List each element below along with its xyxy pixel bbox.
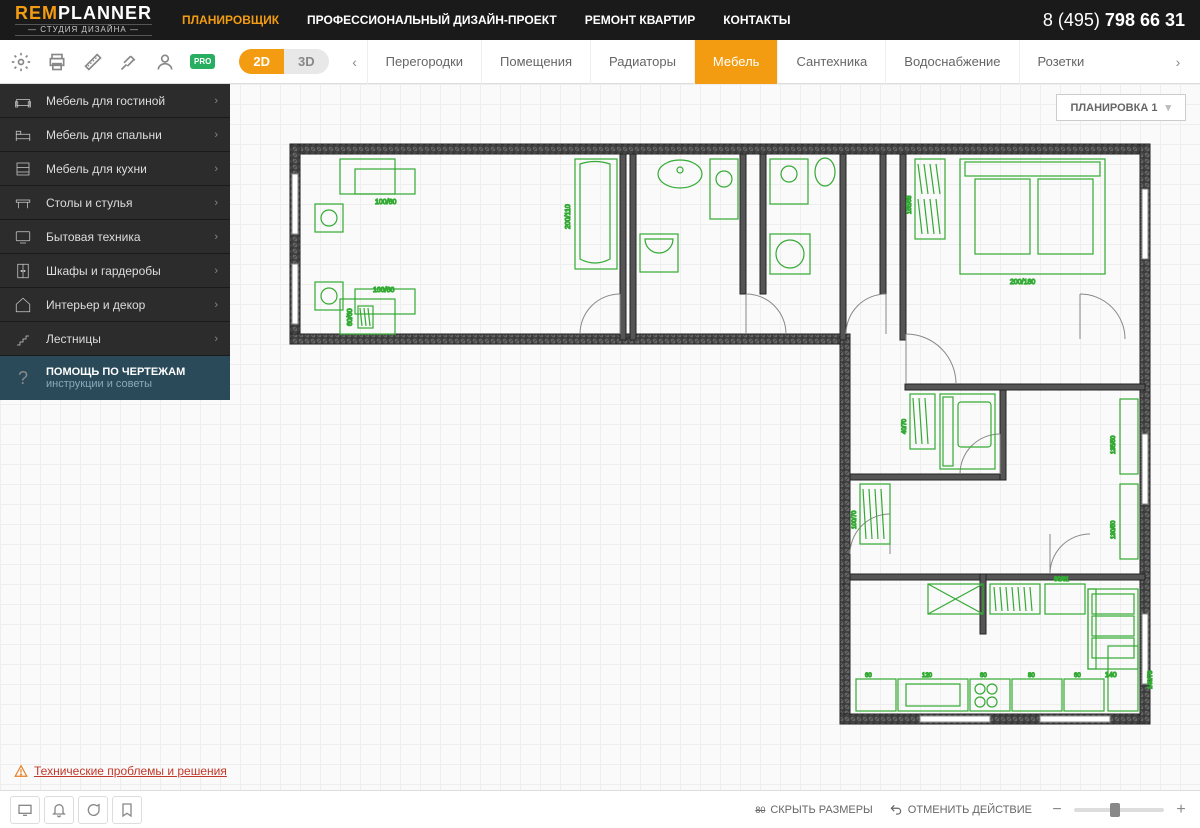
chevron-down-icon: ▾ <box>1165 101 1171 114</box>
chevron-right-icon: › <box>214 129 218 141</box>
chevron-right-icon: › <box>214 231 218 243</box>
sidebar-item-wardrobes[interactable]: Шкафы и гардеробы › <box>0 254 230 288</box>
screen-icon[interactable] <box>10 796 40 824</box>
view-3d-button[interactable]: 3D <box>284 49 329 74</box>
bottom-bar: 80 СКРЫТЬ РАЗМЕРЫ ОТМЕНИТЬ ДЕЙСТВИЕ − + <box>0 790 1200 828</box>
svg-text:200/180: 200/180 <box>1010 279 1035 286</box>
print-icon[interactable] <box>46 51 68 73</box>
bottom-icons <box>10 796 142 824</box>
view-toggle: 2D 3D <box>239 49 328 74</box>
sidebar-item-appliances[interactable]: Бытовая техника › <box>0 220 230 254</box>
sidebar-help[interactable]: ? ПОМОЩЬ ПО ЧЕРТЕЖАМ инструкции и советы <box>0 356 230 400</box>
tab-water[interactable]: Водоснабжение <box>885 40 1018 84</box>
hide-sizes-button[interactable]: 80 СКРЫТЬ РАЗМЕРЫ <box>755 804 872 816</box>
nav-contacts[interactable]: КОНТАКТЫ <box>723 13 790 27</box>
zoom-slider[interactable] <box>1074 808 1164 812</box>
svg-text:60/60: 60/60 <box>347 308 354 326</box>
tabs-scroll-right[interactable]: › <box>1166 40 1190 84</box>
tabs-scroll: ‹ Перегородки Помещения Радиаторы Мебель… <box>343 40 1190 84</box>
logo-rem: REM <box>15 3 58 23</box>
bell-icon[interactable] <box>44 796 74 824</box>
tab-sockets[interactable]: Розетки <box>1019 40 1103 84</box>
svg-text:60: 60 <box>865 673 872 679</box>
kitchen-icon <box>12 158 34 180</box>
svg-text:60: 60 <box>1074 673 1081 679</box>
settings-icon[interactable] <box>10 51 32 73</box>
logo[interactable]: REMPLANNER — СТУДИЯ ДИЗАЙНА — <box>15 4 152 36</box>
svg-text:80/61: 80/61 <box>1054 577 1070 583</box>
zoom-out-button[interactable]: − <box>1048 801 1066 819</box>
person-icon[interactable] <box>154 51 176 73</box>
svg-text:40/70: 40/70 <box>902 418 908 434</box>
floorplan[interactable]: 100/80 100/80 60/60 200/110 <box>280 134 1180 759</box>
nav-planner[interactable]: ПЛАНИРОВЩИК <box>182 13 279 27</box>
toolbar: PRO 2D 3D ‹ Перегородки Помещения Радиат… <box>0 40 1200 84</box>
chevron-right-icon: › <box>214 333 218 345</box>
chevron-right-icon: › <box>214 95 218 107</box>
svg-text:120: 120 <box>922 673 933 679</box>
svg-text:60: 60 <box>980 673 987 679</box>
chevron-right-icon: › <box>214 197 218 209</box>
zoom-control: − + <box>1048 801 1190 819</box>
phone-number: 8 (495) 798 66 31 <box>1043 10 1185 31</box>
bottom-right-actions: 80 СКРЫТЬ РАЗМЕРЫ ОТМЕНИТЬ ДЕЙСТВИЕ − + <box>755 801 1190 819</box>
sidebar-item-bedroom[interactable]: Мебель для спальни › <box>0 118 230 152</box>
main-header: REMPLANNER — СТУДИЯ ДИЗАЙНА — ПЛАНИРОВЩИ… <box>0 0 1200 40</box>
tab-rooms[interactable]: Помещения <box>481 40 590 84</box>
chat-icon[interactable] <box>78 796 108 824</box>
sofa-icon <box>12 90 34 112</box>
svg-text:80: 80 <box>1028 673 1035 679</box>
bookmark-icon[interactable] <box>112 796 142 824</box>
tab-furniture[interactable]: Мебель <box>694 40 778 84</box>
stairs-icon <box>12 328 34 350</box>
main-nav: ПЛАНИРОВЩИК ПРОФЕССИОНАЛЬНЫЙ ДИЗАЙН-ПРОЕ… <box>182 13 1043 27</box>
home-icon <box>12 294 34 316</box>
sidebar-item-tables[interactable]: Столы и стулья › <box>0 186 230 220</box>
sidebar-item-decor[interactable]: Интерьер и декор › <box>0 288 230 322</box>
chevron-right-icon: › <box>214 299 218 311</box>
tab-radiators[interactable]: Радиаторы <box>590 40 694 84</box>
svg-text:140: 140 <box>1105 672 1117 679</box>
wardrobe-icon <box>12 260 34 282</box>
svg-text:135/50: 135/50 <box>1111 435 1117 454</box>
zoom-in-button[interactable]: + <box>1172 801 1190 819</box>
tech-issues-link[interactable]: Технические проблемы и решения <box>14 764 227 778</box>
sidebar-item-kitchen[interactable]: Мебель для кухни › <box>0 152 230 186</box>
chevron-right-icon: › <box>214 163 218 175</box>
tab-plumbing[interactable]: Сантехника <box>777 40 885 84</box>
sidebar: Мебель для гостиной › Мебель для спальни… <box>0 84 230 400</box>
svg-text:140/78: 140/78 <box>1148 670 1154 689</box>
sidebar-item-living[interactable]: Мебель для гостиной › <box>0 84 230 118</box>
question-icon: ? <box>12 368 34 389</box>
tab-partitions[interactable]: Перегородки <box>367 40 481 84</box>
svg-text:100/70: 100/70 <box>852 510 858 529</box>
tool-icons-group: PRO <box>10 51 229 73</box>
svg-text:200/110: 200/110 <box>565 204 572 229</box>
logo-subtitle: — СТУДИЯ ДИЗАЙНА — <box>15 24 152 36</box>
nav-design-project[interactable]: ПРОФЕССИОНАЛЬНЫЙ ДИЗАЙН-ПРОЕКТ <box>307 13 557 27</box>
svg-text:100/80: 100/80 <box>373 287 395 294</box>
svg-text:100/80: 100/80 <box>375 199 397 206</box>
table-icon <box>12 192 34 214</box>
bed-icon <box>12 124 34 146</box>
tv-icon <box>12 226 34 248</box>
svg-text:130/50: 130/50 <box>1111 520 1117 539</box>
logo-planner: PLANNER <box>58 3 152 23</box>
layout-selector[interactable]: ПЛАНИРОВКА 1 ▾ <box>1056 94 1186 121</box>
sidebar-item-stairs[interactable]: Лестницы › <box>0 322 230 356</box>
nav-renovation[interactable]: РЕМОНТ КВАРТИР <box>585 13 696 27</box>
tabs: Перегородки Помещения Радиаторы Мебель С… <box>367 40 1166 84</box>
svg-text:165/68: 165/68 <box>907 195 913 214</box>
view-2d-button[interactable]: 2D <box>239 49 284 74</box>
pro-badge[interactable]: PRO <box>190 54 215 69</box>
ruler-icon[interactable] <box>82 51 104 73</box>
tools-icon[interactable] <box>118 51 140 73</box>
undo-button[interactable]: ОТМЕНИТЬ ДЕЙСТВИЕ <box>889 803 1032 817</box>
tabs-scroll-left[interactable]: ‹ <box>343 40 367 84</box>
chevron-right-icon: › <box>214 265 218 277</box>
